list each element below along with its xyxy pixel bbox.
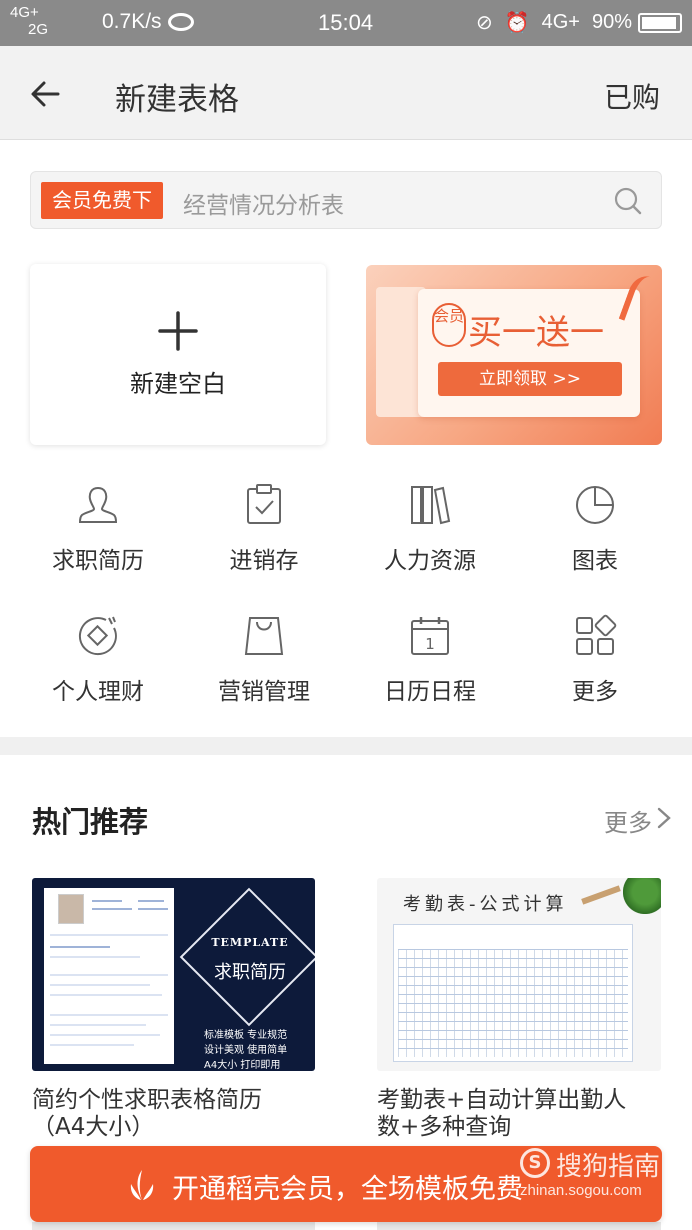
member-free-tag: 会员免费下 xyxy=(41,182,163,219)
resume-photo xyxy=(58,894,84,924)
category-more[interactable]: 更多 xyxy=(515,614,675,724)
category-calendar[interactable]: 1 日历日程 xyxy=(350,614,510,724)
category-label: 进销存 xyxy=(229,548,299,574)
person-icon xyxy=(78,486,118,523)
sogou-logo-icon: S xyxy=(520,1148,550,1178)
watermark-url: zhinan.sogou.com xyxy=(520,1182,642,1199)
category-label: 求职简历 xyxy=(52,548,144,574)
category-label: 个人理财 xyxy=(52,679,144,705)
top-navbar: 新建表格 已购 xyxy=(0,46,692,140)
category-label: 更多 xyxy=(572,679,618,705)
search-input[interactable]: 经营情况分析表 xyxy=(183,186,344,220)
more-link[interactable]: 更多 xyxy=(604,803,652,838)
template-name-resume[interactable]: 简约个性求职表格简历 （A4大小） xyxy=(32,1087,332,1141)
clock: 15:04 xyxy=(318,10,374,35)
grid-more-icon xyxy=(576,614,617,655)
spreadsheet-preview xyxy=(393,924,633,1062)
template-feature: 标准模板 专业规范 xyxy=(204,1030,288,1041)
template-thumbnail-attendance[interactable]: 考勤表-公式计算 xyxy=(377,878,661,1071)
template-feature: A4大小 打印即用 xyxy=(204,1060,281,1071)
category-marketing[interactable]: 营销管理 xyxy=(184,614,344,724)
page-title: 新建表格 xyxy=(115,82,239,118)
membership-banner-text: 开通稻壳会员，全场模板免费 xyxy=(172,1174,523,1205)
partial-template-card xyxy=(377,1222,661,1230)
coin-icon xyxy=(78,616,117,656)
template-thumb-title: 求职简历 xyxy=(214,962,286,983)
plant-decoration xyxy=(623,878,661,914)
shopping-bag-icon xyxy=(244,617,284,655)
template-badge: TEMPLATE xyxy=(211,936,289,949)
template-name-attendance[interactable]: 考勤表+自动计算出勤人 数+多种查询 xyxy=(377,1087,667,1141)
calendar-icon: 1 xyxy=(411,617,449,655)
category-resume[interactable]: 求职简历 xyxy=(18,483,178,593)
docer-leaf-icon xyxy=(130,1170,154,1200)
svg-text:1: 1 xyxy=(425,635,435,653)
status-bar: 4G+ 2G 0.7K/s 15:04 ⊘ ⏰ 4G+ 90% xyxy=(0,0,692,46)
battery-percent: 90% xyxy=(591,11,632,33)
category-label: 日历日程 xyxy=(384,679,476,705)
pencil-decoration xyxy=(581,885,621,905)
new-blank-card[interactable]: 新建空白 xyxy=(30,264,326,445)
plus-icon xyxy=(158,311,198,351)
search-bar[interactable]: 会员免费下 经营情况分析表 xyxy=(30,171,662,229)
search-icon[interactable] xyxy=(613,186,643,216)
chevron-right-icon[interactable] xyxy=(656,806,672,830)
member-badge: 会员 xyxy=(432,303,466,347)
claim-now-button[interactable]: 立即领取 >> xyxy=(438,362,622,396)
network-type-bottom: 2G xyxy=(28,21,49,38)
alarm-icon: ⏰ xyxy=(504,12,530,34)
network-type-top: 4G+ xyxy=(10,4,39,21)
template-name-line: 数+多种查询 xyxy=(377,1114,512,1140)
template-feature: 设计美观 使用简单 xyxy=(204,1045,288,1056)
pie-chart-icon xyxy=(576,486,614,524)
books-icon xyxy=(411,486,451,525)
new-blank-label: 新建空白 xyxy=(130,370,226,398)
template-name-line: 考勤表+自动计算出勤人 xyxy=(377,1087,627,1113)
status-right: ⊘ ⏰ 4G+ 90% xyxy=(476,10,632,35)
resume-paper-preview xyxy=(44,888,174,1064)
mute-icon: ⊘ xyxy=(475,12,493,34)
network-indicator: 4G+ 2G xyxy=(10,4,48,38)
clipboard-check-icon xyxy=(247,484,281,524)
back-arrow-icon[interactable] xyxy=(28,74,68,114)
section-title: 热门推荐 xyxy=(32,805,149,839)
network-type-right: 4G+ xyxy=(541,11,580,33)
category-label: 营销管理 xyxy=(218,679,310,705)
network-speed: 0.7K/s xyxy=(102,10,162,33)
template-name-line: 简约个性求职表格简历 xyxy=(32,1087,262,1113)
promo-banner[interactable]: 会员 买一送一 立即领取 >> xyxy=(366,265,662,445)
template-name-line: （A4大小） xyxy=(32,1114,155,1140)
category-inventory[interactable]: 进销存 xyxy=(184,483,344,593)
template-thumb-title: 考勤表-公式计算 xyxy=(403,894,568,915)
watermark-name: 搜狗指南 xyxy=(556,1152,661,1182)
category-label: 人力资源 xyxy=(384,548,476,574)
category-label: 图表 xyxy=(572,548,618,574)
template-frame-decoration xyxy=(179,887,315,1027)
battery-icon xyxy=(638,13,682,33)
category-charts[interactable]: 图表 xyxy=(515,483,675,593)
section-divider xyxy=(0,737,692,755)
promo-title: 买一送一 xyxy=(468,313,604,353)
weibo-icon xyxy=(168,13,194,31)
purchased-button[interactable]: 已购 xyxy=(604,76,660,116)
partial-template-card xyxy=(32,1222,315,1230)
category-hr[interactable]: 人力资源 xyxy=(350,483,510,593)
template-thumbnail-resume[interactable]: TEMPLATE 求职简历 标准模板 专业规范 设计美观 使用简单 A4大小 打… xyxy=(32,878,315,1071)
category-finance[interactable]: 个人理财 xyxy=(18,614,178,724)
spreadsheet-grid xyxy=(398,949,628,1057)
